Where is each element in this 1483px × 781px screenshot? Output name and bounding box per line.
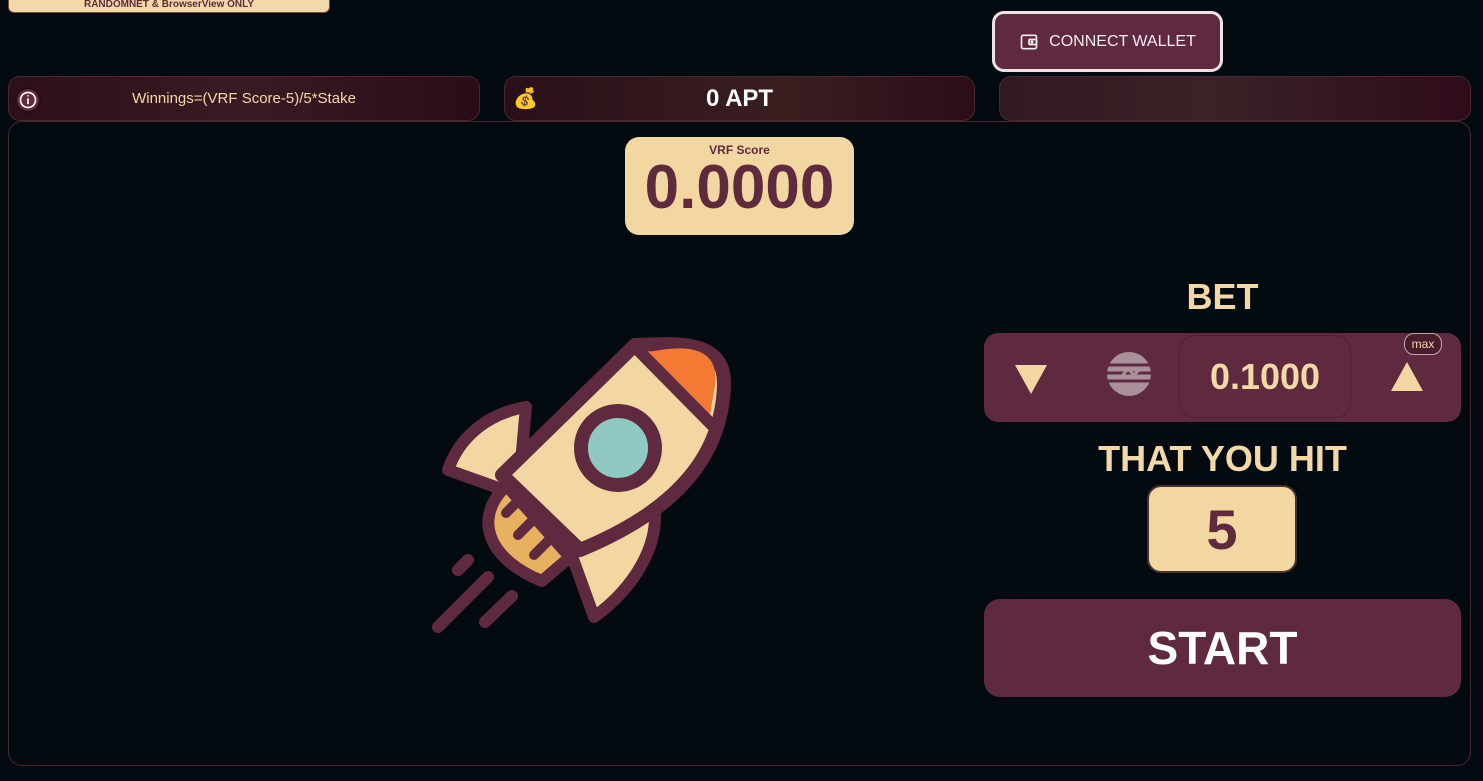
start-button[interactable]: START [984, 599, 1461, 697]
rocket-icon [432, 337, 732, 633]
network-badge-text: RANDOMNET & BrowserView ONLY [83, 0, 255, 10]
empty-status-bar [999, 76, 1471, 121]
formula-bar: Winnings=(VRF Score-5)/5*Stake [8, 76, 480, 121]
triangle-down-icon [1015, 365, 1047, 394]
info-icon[interactable] [15, 87, 41, 113]
bet-panel: 0.1000 max [984, 333, 1461, 422]
aptos-icon [1106, 352, 1152, 396]
increase-bet-button[interactable] [1384, 355, 1430, 401]
triangle-up-icon [1391, 362, 1423, 391]
vrf-score-display: VRF Score 0.0000 [625, 137, 854, 235]
balance-value: 0 APT [705, 84, 774, 112]
formula-text: Winnings=(VRF Score-5)/5*Stake [132, 90, 356, 107]
money-bag-icon: 💰 [513, 88, 538, 110]
network-badge: RANDOMNET & BrowserView ONLY [8, 0, 330, 13]
connect-wallet-label: CONNECT WALLET [1049, 32, 1196, 50]
max-bet-button[interactable]: max [1404, 333, 1442, 355]
balance-bar: 💰 0 APT [504, 76, 975, 121]
hit-target-title: THAT YOU HIT [1098, 438, 1347, 479]
bet-amount-input[interactable]: 0.1000 [1179, 335, 1351, 418]
wallet-icon [1020, 34, 1038, 49]
hit-target-input[interactable]: 5 [1147, 485, 1297, 573]
decrease-bet-button[interactable] [1008, 355, 1054, 401]
bet-title: BET [1186, 276, 1259, 317]
vrf-score-value: 0.0000 [644, 153, 835, 222]
connect-wallet-button[interactable]: CONNECT WALLET [992, 11, 1223, 72]
